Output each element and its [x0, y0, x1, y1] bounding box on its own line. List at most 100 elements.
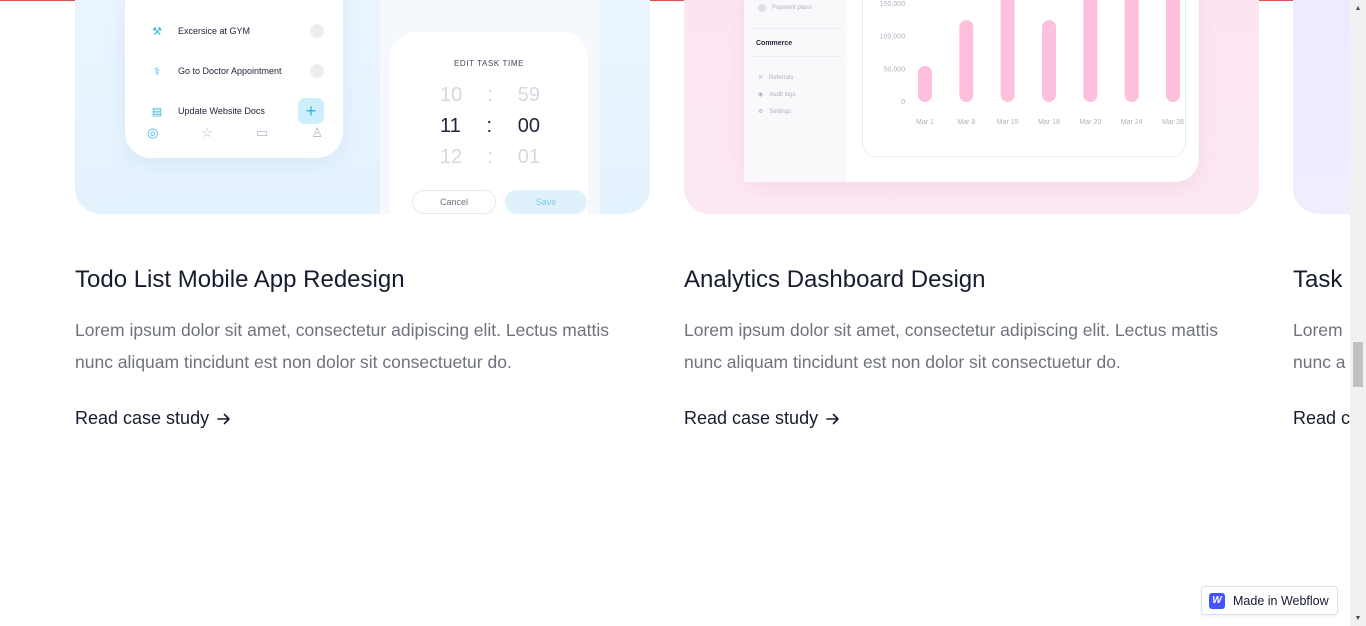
sidebar-item: Payment plans: [758, 4, 812, 12]
card-description: Lorem nunc a: [1293, 314, 1350, 378]
divider: [752, 28, 842, 29]
card-description: Lorem ipsum dolor sit amet, consectetur …: [75, 314, 650, 378]
sidebar-item-label: Audit logs: [769, 91, 796, 98]
scroll-down-arrow-icon[interactable]: ▼: [1350, 610, 1366, 626]
description-line: Lorem ipsum dolor sit amet, consectetur …: [684, 320, 1218, 340]
sidebar-item-label: Payment plans: [772, 5, 812, 11]
check-circle-icon: ◎: [147, 125, 159, 140]
case-study-card-analytics: Payment plans Commerce ✕ Referrals ◉ Aud…: [684, 0, 1259, 428]
card-image-task[interactable]: [1293, 0, 1350, 214]
bar-chart: 150,000 100,000 50,000 0 Mar 1 Mar 8 Mar 15 Mar…: [880, 0, 1184, 126]
time-row: 10 : 59: [440, 84, 540, 107]
card-image-todo[interactable]: ⚒ Excersice at GYM ⚕ Go to Doctor Appoin…: [75, 0, 650, 214]
card-title: Analytics Dashboard Design: [684, 266, 986, 293]
x-tick-label: Mar 24: [1121, 119, 1143, 126]
referral-icon: ✕: [758, 75, 764, 81]
task-item: ▤ Update Website Docs +: [148, 98, 324, 124]
x-tick-label: Mar 18: [1038, 119, 1060, 126]
phone-mockup-task-list: ⚒ Excersice at GYM ⚕ Go to Doctor Appoin…: [125, 0, 343, 158]
edit-time-panel: EDIT TASK TIME 10 : 59 11 : 00 12 : 01 C…: [390, 32, 588, 214]
dashboard-mockup: Payment plans Commerce ✕ Referrals ◉ Aud…: [744, 0, 1199, 182]
minute-value: 01: [517, 146, 540, 168]
vertical-scrollbar[interactable]: ▲ ▼: [1350, 0, 1366, 626]
dumbbell-icon: ⚒: [152, 25, 162, 38]
link-label: Read case study: [75, 408, 210, 428]
x-tick-label: Mar 20: [1079, 119, 1101, 126]
description-line: Lorem ipsum dolor sit amet, consectetur …: [75, 320, 609, 340]
hour-value: 10: [440, 84, 463, 106]
mockup-save-button: Save: [505, 190, 587, 214]
stethoscope-icon: ⚕: [154, 65, 160, 78]
sidebar-heading: Commerce: [756, 40, 793, 47]
scroll-up-arrow-icon[interactable]: ▲: [1350, 0, 1366, 16]
chart-bar: [1042, 20, 1056, 102]
time-separator: :: [487, 146, 493, 168]
chart-bar: [1124, 0, 1139, 102]
mockup-cancel-button: Cancel: [412, 190, 496, 214]
x-tick-label: Mar 1: [916, 119, 934, 126]
card-icon: [758, 4, 766, 12]
description-line: nunc a: [1293, 352, 1346, 372]
task-label: Go to Doctor Appointment: [178, 66, 282, 76]
link-label: Read case study: [684, 408, 819, 428]
arrow-right-icon: [826, 413, 839, 424]
badge-label: Made in Webflow: [1233, 593, 1329, 608]
sidebar-item: ⚙ Settings: [758, 108, 792, 116]
arrow-right-icon: [217, 413, 230, 424]
time-separator: :: [486, 115, 493, 137]
task-item: ⚒ Excersice at GYM: [148, 22, 324, 40]
card-description: Lorem ipsum dolor sit amet, consectetur …: [684, 314, 1259, 378]
divider: [752, 56, 842, 57]
y-tick-label: 0: [901, 99, 905, 106]
webflow-logo-icon: W: [1209, 592, 1225, 609]
edit-panel-title: EDIT TASK TIME: [453, 59, 525, 68]
minute-value: 59: [517, 84, 540, 106]
eye-icon: ◉: [758, 92, 764, 98]
chart-bar: [1166, 0, 1180, 102]
document-icon: ▤: [151, 105, 163, 118]
x-tick-label: Mar 8: [957, 119, 975, 126]
x-tick-label: Mar 15: [997, 119, 1019, 126]
read-case-study-link[interactable]: Read case study: [75, 408, 232, 429]
minute-value: 00: [517, 115, 540, 137]
dashboard-sidebar: Payment plans Commerce ✕ Referrals ◉ Aud…: [744, 0, 847, 182]
user-icon: ♙: [311, 125, 323, 140]
task-label: Update Website Docs: [178, 106, 265, 116]
star-icon: ☆: [201, 125, 214, 140]
read-case-study-link[interactable]: Read c: [1293, 408, 1350, 429]
task-label: Excersice at GYM: [178, 26, 251, 36]
bar-chart-panel: 150,000 100,000 50,000 0 Mar 1 Mar 8 Mar 15 Mar…: [862, 0, 1186, 157]
x-tick-label: Mar 28: [1162, 119, 1184, 126]
hour-value: 12: [440, 146, 463, 168]
case-study-card-task: Task Lorem nunc a Read c: [1293, 0, 1350, 440]
hour-value: 11: [440, 115, 461, 137]
card-image-analytics[interactable]: Payment plans Commerce ✕ Referrals ◉ Aud…: [684, 0, 1259, 214]
description-line: nunc aliquam tincidunt est non dolor sit…: [75, 352, 512, 372]
task-checkbox: [310, 24, 324, 38]
sidebar-item: ◉ Audit logs: [758, 91, 796, 99]
gear-icon: ⚙: [758, 109, 764, 115]
phone-tab-bar: ◎ ☆ ▭ ♙: [147, 125, 323, 141]
card-title: Todo List Mobile App Redesign: [75, 266, 405, 293]
description-line: Lorem: [1293, 320, 1343, 340]
sidebar-item-label: Referrals: [769, 74, 794, 81]
made-in-webflow-badge[interactable]: W Made in Webflow: [1201, 586, 1338, 615]
chart-bar: [918, 65, 932, 102]
time-row-selected: 11 : 00: [440, 115, 540, 138]
calendar-icon: ▭: [256, 125, 269, 140]
sidebar-item-label: Settings: [769, 108, 792, 115]
task-item: ⚕ Go to Doctor Appointment: [148, 62, 324, 80]
chart-bar: [1000, 0, 1015, 102]
read-case-study-link[interactable]: Read case study: [684, 408, 841, 429]
link-label: Read c: [1293, 408, 1350, 428]
y-tick-label: 100,000: [880, 34, 905, 41]
sidebar-item: ✕ Referrals: [758, 74, 794, 82]
description-line: nunc aliquam tincidunt est non dolor sit…: [684, 352, 1121, 372]
case-study-card-todo: ⚒ Excersice at GYM ⚕ Go to Doctor Appoin…: [75, 0, 650, 428]
scrollbar-thumb[interactable]: [1353, 342, 1363, 387]
time-separator: :: [487, 84, 493, 106]
y-tick-label: 150,000: [880, 1, 905, 8]
chart-bar: [959, 20, 974, 102]
task-checkbox: [310, 64, 324, 78]
y-tick-label: 50,000: [884, 66, 906, 73]
